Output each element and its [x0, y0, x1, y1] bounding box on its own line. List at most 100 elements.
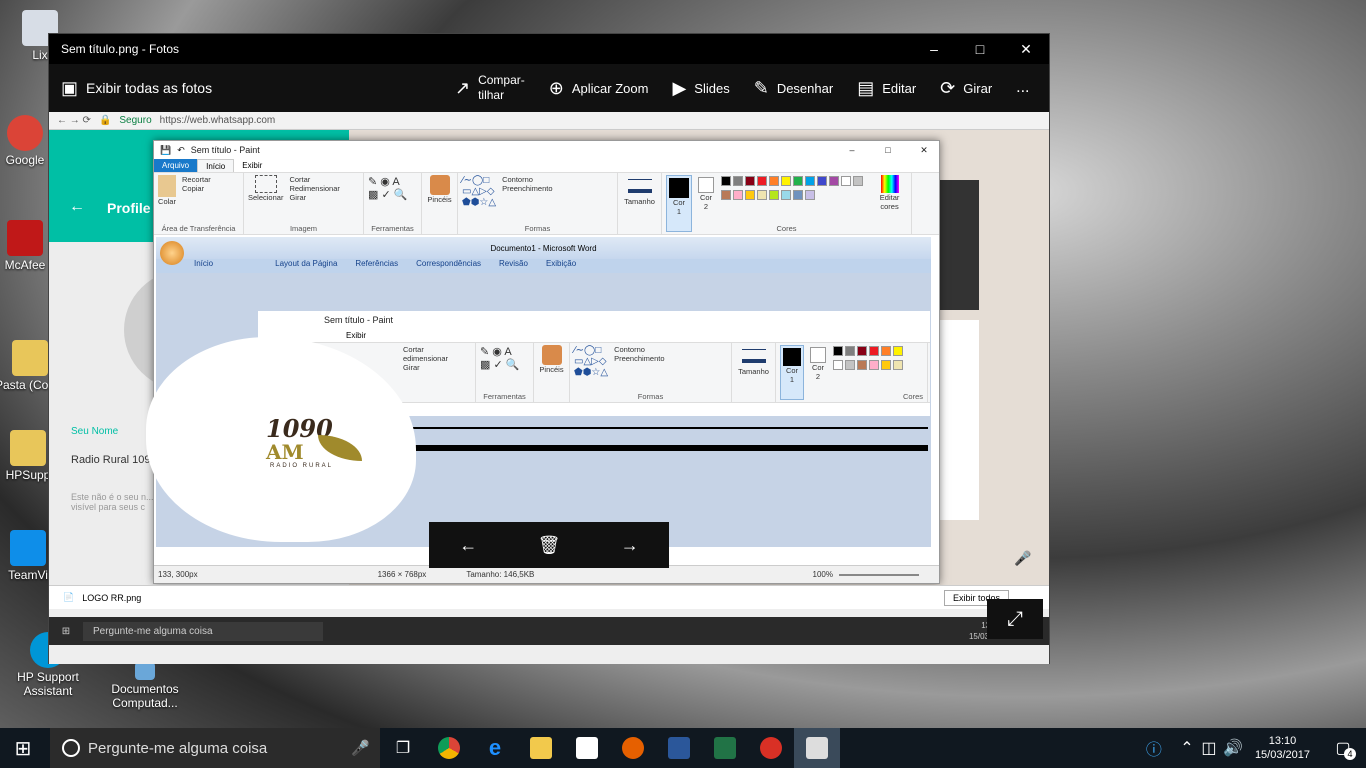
mail-taskbar-icon[interactable]: [748, 728, 794, 768]
minimize-button[interactable]: –: [911, 34, 957, 64]
inner-brushes[interactable]: Pincéis: [534, 343, 570, 402]
word-tab[interactable]: Exibição: [546, 259, 576, 273]
clock[interactable]: 13:10 15/03/2017: [1255, 734, 1310, 762]
paste-button[interactable]: Colar: [158, 175, 176, 206]
mic-icon[interactable]: 🎤: [351, 739, 370, 757]
palette-swatch[interactable]: [769, 176, 779, 186]
palette-swatch[interactable]: [733, 176, 743, 186]
palette-swatch[interactable]: [793, 176, 803, 186]
palette-swatch[interactable]: [869, 360, 879, 370]
palette-swatch[interactable]: [805, 176, 815, 186]
next-icon[interactable]: →: [621, 535, 639, 556]
tray-chevron-icon[interactable]: ⌃: [1177, 728, 1197, 768]
palette-swatch[interactable]: [745, 176, 755, 186]
palette-swatch[interactable]: [769, 190, 779, 200]
draw-button[interactable]: ✎ Desenhar: [754, 78, 833, 99]
explorer-taskbar-icon[interactable]: [518, 728, 564, 768]
word-tab[interactable]: Layout da Página: [275, 259, 337, 273]
close-button[interactable]: ✕: [1003, 34, 1049, 64]
fullscreen-icon[interactable]: ⤢: [987, 599, 1043, 639]
palette-swatch[interactable]: [869, 346, 879, 356]
notifications-button[interactable]: ▢ 4: [1320, 728, 1366, 768]
palette-swatch[interactable]: [833, 360, 843, 370]
tab-arquivo[interactable]: Arquivo: [154, 159, 198, 172]
palette-swatch[interactable]: [881, 346, 891, 356]
rotate-button[interactable]: ⟳ Girar: [940, 78, 992, 99]
more-button[interactable]: ...: [1016, 79, 1029, 97]
palette-swatch[interactable]: [781, 176, 791, 186]
palette-swatch[interactable]: [881, 360, 891, 370]
word-tab[interactable]: Revisão: [499, 259, 528, 273]
palette-swatch[interactable]: [805, 190, 815, 200]
cut-button[interactable]: Recortar: [182, 175, 211, 184]
palette-swatch[interactable]: [817, 176, 827, 186]
volume-icon[interactable]: 🔊: [1221, 728, 1245, 768]
rotate-button[interactable]: Girar: [289, 193, 339, 202]
tab-exibir[interactable]: Exibir: [234, 159, 270, 172]
word-tab[interactable]: Referências: [355, 259, 398, 273]
resize-button[interactable]: Redimensionar: [289, 184, 339, 193]
inner-size[interactable]: Tamanho: [732, 343, 776, 402]
outline-dropdown[interactable]: Contorno: [502, 175, 552, 184]
maximize-button[interactable]: □: [873, 145, 903, 155]
chrome-taskbar-icon[interactable]: [426, 728, 472, 768]
undo-icon[interactable]: ↶: [177, 145, 185, 156]
tools-icons[interactable]: ✎ ◉ A ▩ ✓ 🔍: [480, 345, 529, 371]
photos-taskbar-icon[interactable]: [794, 728, 840, 768]
palette-swatch[interactable]: [857, 346, 867, 356]
palette-swatch[interactable]: [829, 176, 839, 186]
edit-button[interactable]: ▤ Editar: [857, 78, 916, 99]
inner-search[interactable]: Pergunte-me alguma coisa: [83, 621, 323, 641]
store-taskbar-icon[interactable]: [564, 728, 610, 768]
select-button[interactable]: Selecionar: [248, 175, 283, 202]
word-tab[interactable]: Início: [194, 259, 213, 273]
close-button[interactable]: ✕: [909, 145, 939, 156]
palette-swatch[interactable]: [841, 176, 851, 186]
tools-icons[interactable]: ✎ ◉ A ▩ ✓ 🔍: [368, 175, 417, 201]
word-office-button[interactable]: [160, 241, 184, 265]
start-button[interactable]: ⊞: [0, 728, 46, 768]
shapes-gallery[interactable]: ∕∼◯□ ▭△▷◇ ⬟⬢☆△: [574, 345, 608, 378]
view-all-photos-button[interactable]: ▣ Exibir todas as fotos: [61, 78, 431, 99]
slides-button[interactable]: ▶ Slides: [672, 78, 729, 99]
network-icon[interactable]: ◫: [1197, 728, 1221, 768]
taskbar-search[interactable]: Pergunte-me alguma coisa 🎤: [50, 728, 380, 768]
palette-swatch[interactable]: [845, 346, 855, 356]
palette-swatch[interactable]: [893, 346, 903, 356]
palette-swatch[interactable]: [721, 176, 731, 186]
brushes-group[interactable]: Pincéis: [422, 173, 458, 234]
download-file[interactable]: LOGO RR.png: [82, 593, 141, 603]
word-taskbar-icon[interactable]: [656, 728, 702, 768]
edge-taskbar-icon[interactable]: e: [472, 728, 518, 768]
fill-dropdown[interactable]: Preenchimento: [502, 184, 552, 193]
palette-swatch[interactable]: [845, 360, 855, 370]
back-icon[interactable]: ←: [459, 535, 477, 556]
palette-swatch[interactable]: [853, 176, 863, 186]
copy-button[interactable]: Copiar: [182, 184, 211, 193]
palette-swatch[interactable]: [833, 346, 843, 356]
desktop-icon-documentos[interactable]: Documentos Computad...: [105, 662, 185, 710]
zoom-slider[interactable]: [839, 573, 919, 576]
palette-swatch[interactable]: [793, 190, 803, 200]
zoom-button[interactable]: ⊕ Aplicar Zoom: [549, 78, 649, 99]
palette-swatch[interactable]: [721, 190, 731, 200]
palette-swatch[interactable]: [733, 190, 743, 200]
palette-swatch[interactable]: [857, 360, 867, 370]
excel-taskbar-icon[interactable]: [702, 728, 748, 768]
delete-icon[interactable]: 🗑: [538, 535, 561, 556]
save-icon[interactable]: 💾: [160, 145, 171, 156]
minimize-button[interactable]: –: [837, 145, 867, 155]
size-button[interactable]: Tamanho: [618, 173, 662, 234]
shapes-gallery[interactable]: ∕∼◯□ ▭△▷◇ ⬟⬢☆△: [462, 175, 496, 208]
task-view-icon[interactable]: ❐: [380, 728, 426, 768]
palette-swatch[interactable]: [781, 190, 791, 200]
windows-start-icon[interactable]: ⊞: [49, 626, 83, 637]
firefox-taskbar-icon[interactable]: [610, 728, 656, 768]
word-tab[interactable]: Correspondências: [416, 259, 481, 273]
palette-swatch[interactable]: [757, 190, 767, 200]
crop-button[interactable]: Cortar: [289, 175, 339, 184]
maximize-button[interactable]: □: [957, 34, 1003, 64]
palette-swatch[interactable]: [893, 360, 903, 370]
share-button[interactable]: ↗ Compar- tilhar: [455, 73, 525, 103]
palette-swatch[interactable]: [757, 176, 767, 186]
